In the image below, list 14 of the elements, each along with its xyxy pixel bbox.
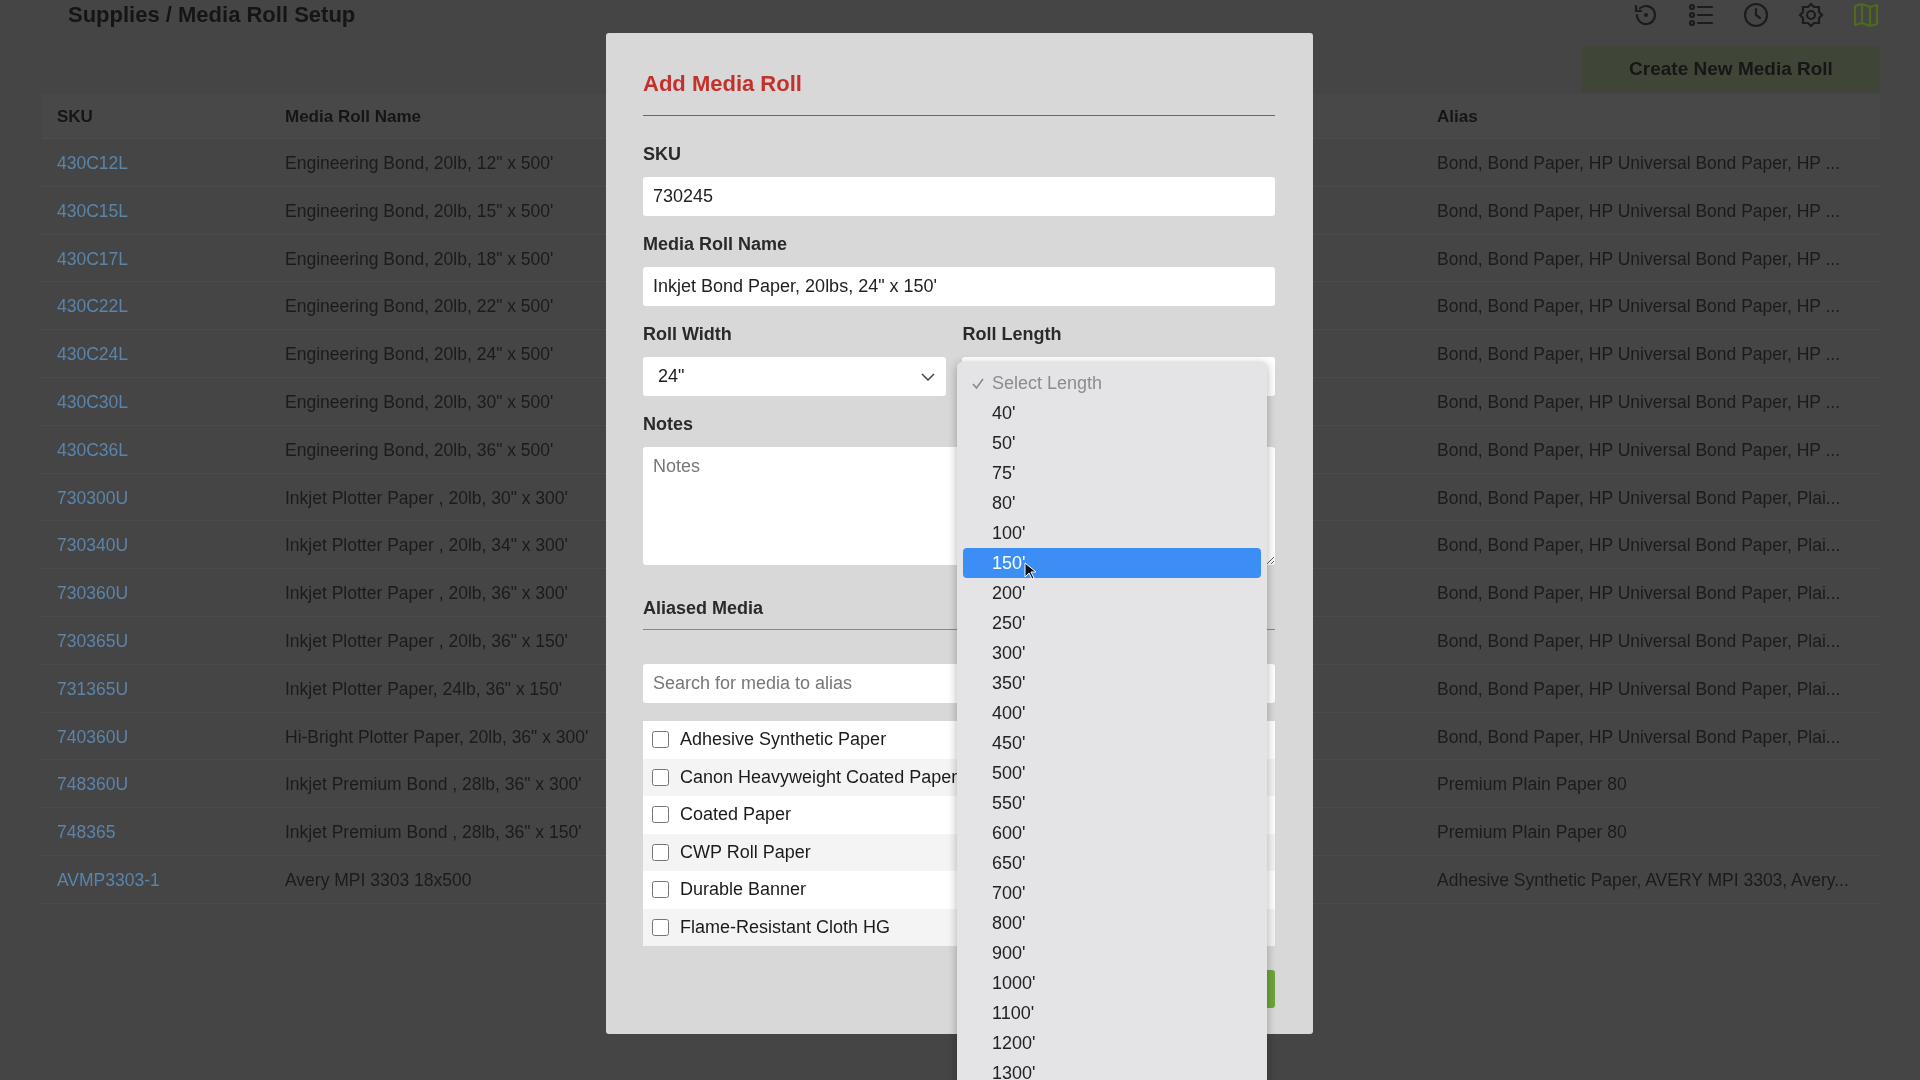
- checkbox-label: CWP Roll Paper: [680, 841, 811, 863]
- field-label: Roll Length: [962, 324, 1063, 346]
- checkbox-label: Canon Heavyweight Coated Paper: [680, 766, 958, 788]
- field-label: SKU: [643, 144, 682, 166]
- field-label: Media Roll Name: [643, 234, 789, 256]
- checkbox-label: Adhesive Synthetic Paper: [680, 729, 887, 751]
- field-label: Notes: [643, 414, 694, 436]
- checkbox-label: Coated Paper: [680, 804, 792, 826]
- select-value: 24": [658, 366, 685, 387]
- checkbox-label: Flame-Resistant Cloth HG: [680, 916, 891, 938]
- dialog-title: Add Media Roll: [643, 71, 803, 98]
- field-label: Roll Width: [643, 324, 733, 346]
- section-heading: Aliased Media: [643, 598, 765, 620]
- checkbox-label: Durable Banner: [680, 879, 807, 901]
